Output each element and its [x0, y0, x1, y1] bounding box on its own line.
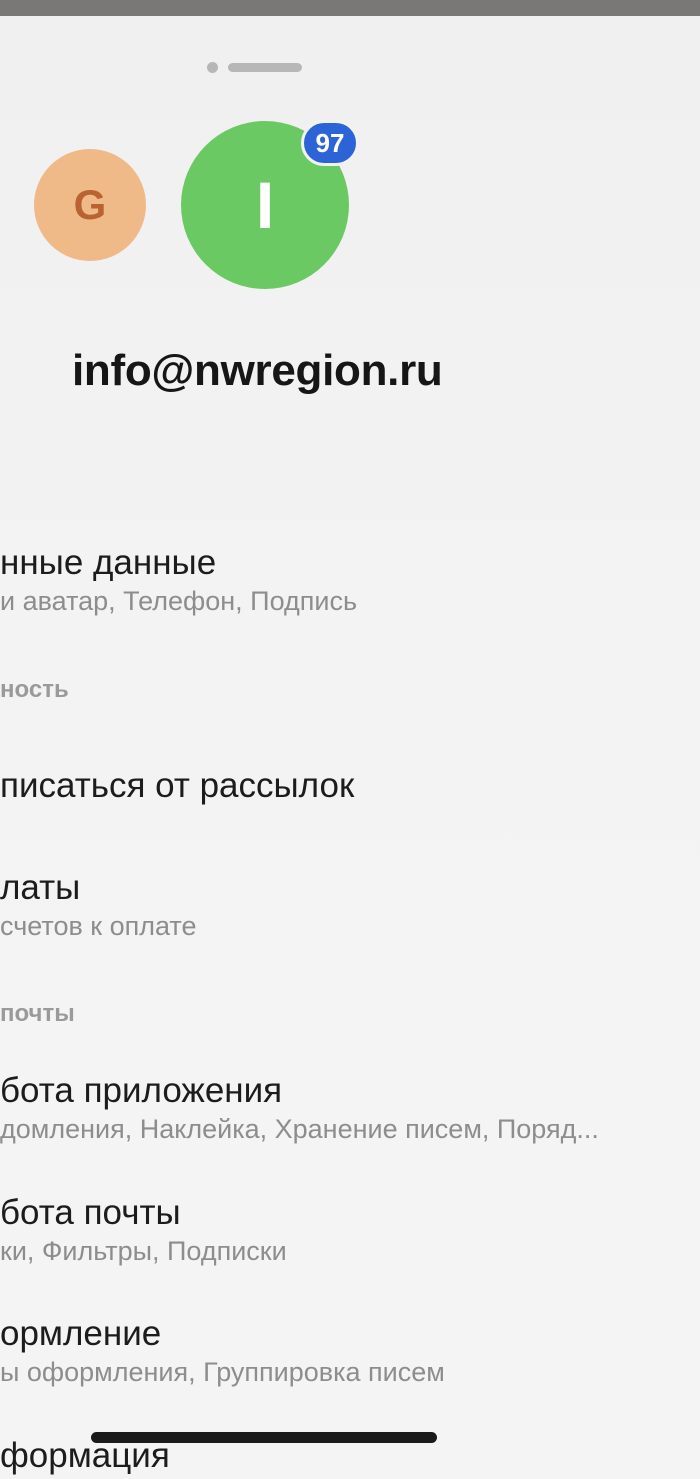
menu-item-subtitle: домления, Наклейка, Хранение писем, Поря…	[0, 1114, 599, 1144]
avatar-letter: G	[73, 181, 107, 228]
account-avatar-g[interactable]: G	[34, 149, 146, 261]
menu-item-title: писаться от рассылок	[0, 766, 355, 805]
menu-item-unsubscribe[interactable]: писаться от рассылок	[0, 766, 700, 806]
menu-item-subtitle: ки, Фильтры, Подписки	[0, 1236, 287, 1266]
menu-item-personal-data[interactable]: нные данные и аватар, Телефон, Подпись	[0, 543, 700, 617]
menu-item-subtitle: счетов к оплате	[0, 911, 197, 941]
avatar-letter: I	[255, 168, 275, 242]
section-header-mail: почты	[0, 1000, 75, 1027]
grabber-dot	[207, 62, 218, 73]
account-email: info@nwregion.ru	[72, 346, 443, 395]
menu-item-title: латы	[0, 868, 81, 907]
menu-item-title: бота почты	[0, 1193, 181, 1232]
menu-item-title: ормление	[0, 1314, 162, 1353]
grabber-bar	[228, 63, 302, 72]
unread-count-badge: 97	[301, 120, 359, 166]
menu-item-design[interactable]: ормление ы оформления, Группировка писем	[0, 1314, 700, 1388]
menu-item-mail-settings[interactable]: бота почты ки, Фильтры, Подписки	[0, 1193, 700, 1267]
section-header-security: ность	[0, 676, 69, 703]
menu-item-title: нные данные	[0, 543, 217, 582]
sheet-grabber[interactable]	[207, 62, 302, 73]
menu-item-subtitle: ы оформления, Группировка писем	[0, 1357, 445, 1387]
menu-item-app-settings[interactable]: бота приложения домления, Наклейка, Хран…	[0, 1071, 700, 1145]
home-indicator[interactable]	[91, 1432, 437, 1443]
menu-item-title: бота приложения	[0, 1071, 283, 1110]
menu-item-payments[interactable]: латы счетов к оплате	[0, 868, 700, 942]
menu-item-subtitle: и аватар, Телефон, Подпись	[0, 586, 358, 616]
